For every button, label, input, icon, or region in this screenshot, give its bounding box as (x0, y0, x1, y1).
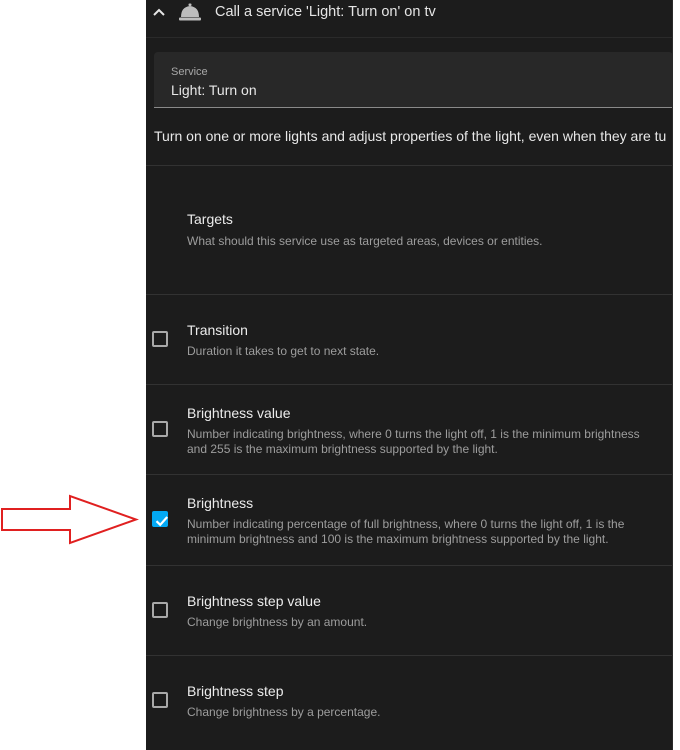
divider (146, 294, 673, 295)
field-underline (154, 107, 673, 108)
field-description: Number indicating percentage of full bri… (187, 517, 625, 546)
field-title: Brightness (187, 495, 254, 511)
action-title: Call a service 'Light: Turn on' on tv (215, 4, 436, 20)
divider (146, 37, 673, 38)
divider (146, 165, 673, 166)
field-description: Change brightness by an amount. (187, 615, 368, 629)
checkmark-icon (155, 516, 169, 527)
chevron-up-icon[interactable] (152, 5, 166, 19)
divider (146, 474, 673, 475)
field-description: Change brightness by a percentage. (187, 705, 381, 719)
service-field-value: Light: Turn on (171, 82, 257, 98)
field-title: Brightness step value (187, 593, 321, 609)
brightness-checkbox[interactable] (152, 511, 169, 527)
divider (146, 565, 673, 566)
divider (146, 655, 673, 656)
brightness-step-value-checkbox[interactable] (152, 602, 168, 618)
panel-edge (672, 0, 673, 750)
field-description: Duration it takes to get to next state. (187, 344, 380, 358)
field-description: What should this service use as targeted… (187, 234, 543, 248)
bell-icon (178, 3, 202, 21)
annotation-arrow-icon (1, 494, 139, 545)
field-title: Targets (187, 211, 233, 227)
action-header[interactable]: Call a service 'Light: Turn on' on tv (146, 0, 673, 30)
divider (146, 384, 673, 385)
service-description: Turn on one or more lights and adjust pr… (154, 128, 667, 144)
field-title: Brightness step (187, 683, 284, 699)
field-description: Number indicating brightness, where 0 tu… (187, 427, 640, 456)
service-action-panel: Call a service 'Light: Turn on' on tv Se… (146, 0, 673, 750)
field-title: Brightness value (187, 405, 291, 421)
transition-checkbox[interactable] (152, 331, 168, 347)
field-title: Transition (187, 322, 248, 338)
brightness-step-checkbox[interactable] (152, 692, 168, 708)
brightness-value-checkbox[interactable] (152, 421, 168, 437)
service-select-field[interactable]: Service Light: Turn on (154, 52, 673, 108)
service-field-label: Service (171, 66, 208, 78)
